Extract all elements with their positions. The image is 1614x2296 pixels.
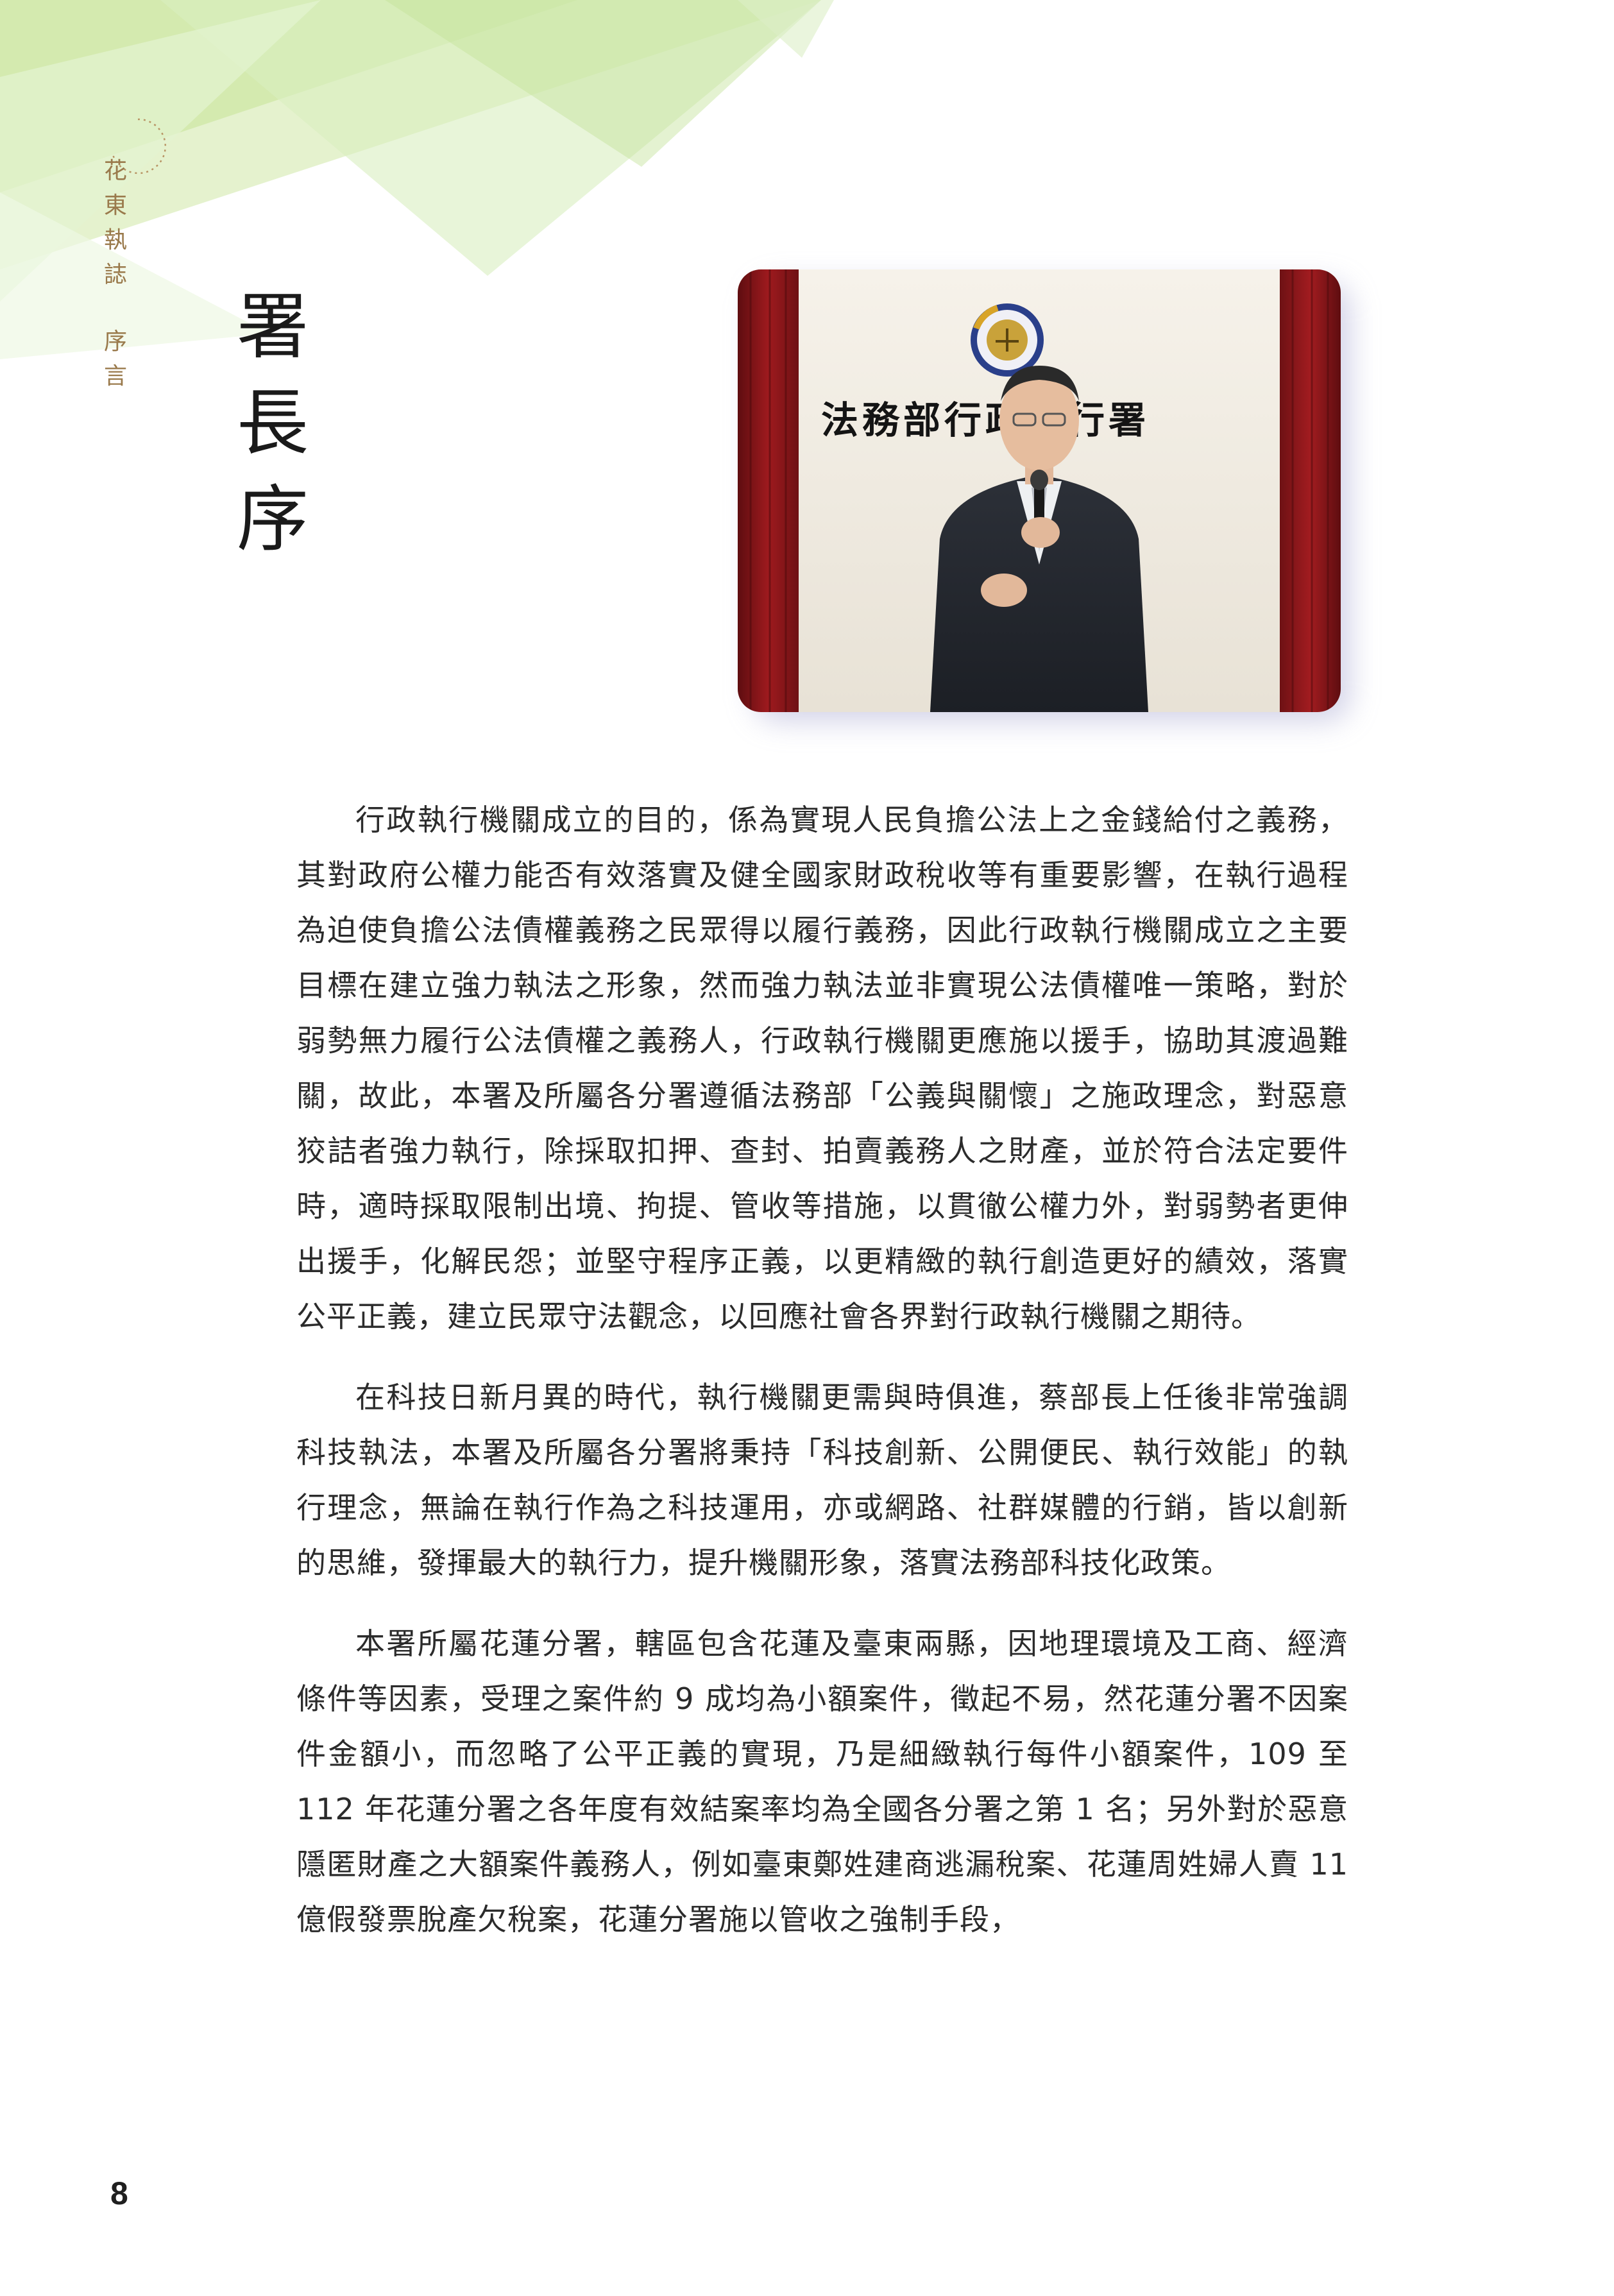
page-number: 8 [110,2175,128,2211]
section-char: 言 [103,363,127,389]
title-char: 長 [237,382,309,465]
paragraph: 行政執行機關成立的目的，係為實現人民負擔公法上之金錢給付之義務，其對政府公權力能… [296,803,1348,1334]
emblem-icon [971,303,1044,377]
section-char: 序 [103,328,127,355]
page-title: 署 長 序 [228,279,318,568]
running-header-vertical: 花 東 執 誌 序 言 [96,154,135,394]
header-char: 東 [103,192,127,219]
title-char: 署 [237,285,309,369]
speaker-photo: 法務部行政執行署 [738,269,1341,712]
title-char: 序 [237,478,309,561]
photo-illustration: 法務部行政執行署 [738,269,1341,712]
paragraph: 本署所屬花蓮分署，轄區包含花蓮及臺東兩縣，因地理環境及工商、經濟條件等因素，受理… [296,1626,1348,1937]
sign-text: 法務部行政執行署 [821,398,1150,442]
header-char: 花 [103,158,127,184]
header-char: 執 [103,227,127,253]
header-char: 誌 [103,262,127,288]
paragraph: 在科技日新月異的時代，執行機關更需與時俱進，蔡部長上任後非常強調科技執法，本署及… [296,1380,1348,1580]
preface-body: 行政執行機關成立的目的，係為實現人民負擔公法上之金錢給付之義務，其對政府公權力能… [296,792,1348,1973]
